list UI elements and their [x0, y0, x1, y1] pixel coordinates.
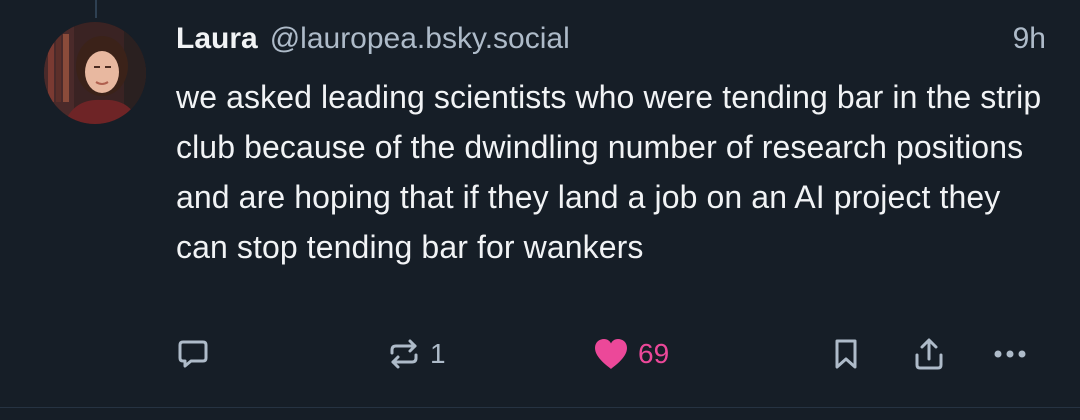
- post-timestamp[interactable]: 9h: [1013, 22, 1046, 56]
- post-body: Laura @lauropea.bsky.social 9h we asked …: [176, 22, 1046, 272]
- avatar[interactable]: [44, 22, 146, 124]
- repost-button[interactable]: 1: [386, 330, 446, 378]
- reply-button[interactable]: [176, 330, 210, 378]
- author-name[interactable]: Laura: [176, 22, 258, 56]
- bookmark-icon: [835, 339, 857, 369]
- like-count: 69: [638, 338, 670, 369]
- repost-arrows-icon: [390, 339, 418, 369]
- like-button[interactable]: 69: [592, 330, 669, 378]
- heart-icon: [595, 339, 627, 369]
- share-button[interactable]: [912, 330, 946, 378]
- post-divider: [0, 407, 1080, 408]
- bookmark-button[interactable]: [832, 330, 860, 378]
- avatar-photo: [44, 22, 146, 124]
- repost-count: 1: [430, 338, 446, 369]
- more-options-button[interactable]: [990, 330, 1030, 378]
- author-handle[interactable]: @lauropea.bsky.social: [270, 22, 570, 56]
- post-text: we asked leading scientists who were ten…: [176, 79, 1042, 265]
- speech-bubble-icon: [178, 340, 208, 368]
- share-icon: [915, 338, 943, 370]
- post-actions: 1 69: [0, 330, 1080, 378]
- thread-connector-line: [95, 0, 97, 18]
- ellipsis-icon: [994, 350, 1026, 358]
- post-header: Laura @lauropea.bsky.social 9h: [176, 22, 1046, 66]
